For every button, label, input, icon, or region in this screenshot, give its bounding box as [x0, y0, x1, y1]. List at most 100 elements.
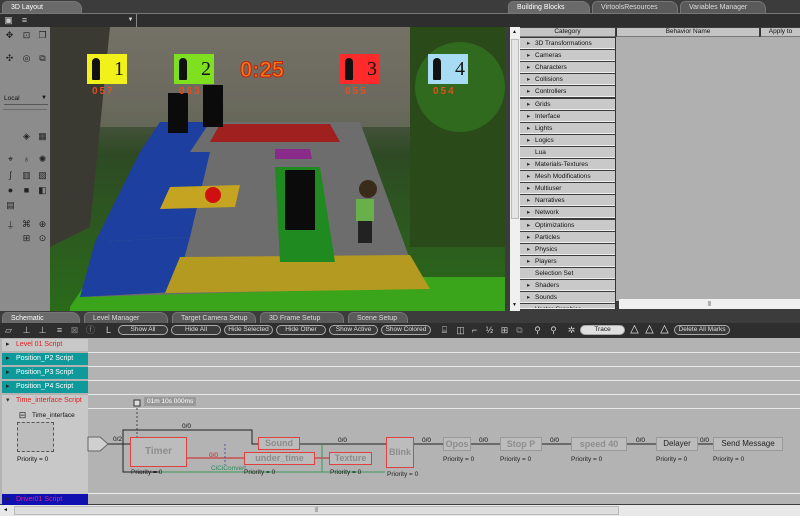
lock-icon[interactable]: ⊡	[22, 31, 31, 40]
script-row[interactable]: ▸ Position_P3 Script	[2, 367, 88, 379]
sphere-icon[interactable]: ●	[6, 186, 15, 195]
show-active-button[interactable]: Show Active	[329, 325, 378, 335]
scale-icon[interactable]: ⧉	[38, 54, 47, 63]
expand-arrow-icon[interactable]: ▸	[6, 339, 10, 351]
category-item[interactable]: Lua	[520, 146, 615, 158]
camera-create-icon[interactable]: ⌖	[6, 155, 15, 164]
blink-node[interactable]: Blink	[386, 437, 414, 468]
tab-virtools-resources[interactable]: VirtoolsResources	[592, 1, 678, 13]
converter-label[interactable]: CiCiConvert	[211, 465, 246, 472]
find-icon[interactable]: ⓕ	[86, 326, 95, 335]
scroll-thumb[interactable]: |||	[14, 506, 619, 515]
category-item[interactable]: ▸ Lights	[520, 122, 615, 134]
layers-icon[interactable]: ⧉	[515, 326, 524, 335]
scroll-down-icon[interactable]: ▼	[512, 302, 517, 308]
open-icon[interactable]: ▱	[4, 326, 13, 335]
category-item[interactable]: ▸ Cameras	[520, 50, 615, 62]
collapse-icon[interactable]: ◫	[456, 326, 465, 335]
ratio-icon[interactable]: ½	[485, 326, 494, 335]
scroll-up-icon[interactable]: ▲	[512, 29, 517, 35]
category-item[interactable]: ▸ Players	[520, 255, 615, 267]
camera-icon[interactable]: ▣	[4, 16, 13, 25]
material-icon[interactable]: ▤	[6, 201, 15, 210]
frame-icon[interactable]: ▨	[38, 171, 47, 180]
coord-mode-select[interactable]: Local ▼	[4, 95, 48, 105]
remove-script-icon[interactable]: ⊥	[38, 326, 47, 335]
l-label[interactable]: L	[106, 325, 111, 335]
align-icon[interactable]: ⊞	[22, 234, 31, 243]
mark-prev-icon[interactable]: △	[660, 324, 669, 335]
grid-create-icon[interactable]: ▥	[22, 171, 31, 180]
send-message-node[interactable]: Send Message	[713, 437, 783, 451]
delayer-node[interactable]: Delayer	[656, 437, 698, 451]
category-item[interactable]: ▸ Materials-Textures	[520, 159, 615, 170]
scroll-thumb[interactable]	[511, 39, 519, 219]
trace-button[interactable]: Trace	[580, 325, 625, 335]
image-icon[interactable]: ⊠	[70, 326, 79, 335]
group-icon[interactable]: ⌸	[440, 326, 449, 335]
category-item[interactable]: ▸ Sounds	[520, 292, 615, 304]
under-time-node[interactable]: under_time	[244, 452, 315, 465]
move-icon[interactable]: ✣	[5, 54, 14, 63]
mark-next-icon[interactable]: △	[645, 324, 654, 335]
column-header-apply-to[interactable]: Apply to	[760, 28, 800, 37]
link-icon[interactable]: ⌐	[470, 326, 479, 335]
place-icon[interactable]: ⍊	[6, 220, 15, 229]
category-item[interactable]: ▸ Shaders	[520, 280, 615, 291]
zoom-out-icon[interactable]: ⚲	[549, 326, 558, 335]
show-colored-button[interactable]: Show Colored	[381, 325, 431, 335]
category-item[interactable]: ▸ Narratives	[520, 195, 615, 207]
script-row[interactable]: ▸ Position_P4 Script	[2, 381, 88, 393]
timer-parameter[interactable]: 01m 10s 000ms	[144, 397, 197, 406]
add-script-icon[interactable]: ⊥	[22, 326, 31, 335]
speed-40-node[interactable]: speed 40	[571, 437, 627, 451]
category-item[interactable]: Selection Set	[520, 267, 615, 279]
stop-p-node[interactable]: Stop P	[500, 437, 542, 451]
tab-3d-layout[interactable]: 3D Layout	[2, 1, 82, 13]
expand-arrow-icon[interactable]: ▸	[6, 367, 10, 379]
split-icon[interactable]: ⊞	[500, 326, 509, 335]
debug-icon[interactable]: ✲	[567, 326, 576, 335]
horizontal-scrollbar[interactable]: |||	[619, 299, 800, 309]
column-header-category[interactable]: Category	[520, 28, 615, 37]
category-item[interactable]: ▸ Characters	[520, 62, 615, 74]
owner-thumbnail[interactable]	[17, 422, 54, 452]
texture-node[interactable]: Texture	[329, 452, 372, 465]
curve-icon[interactable]: ∫	[6, 171, 15, 180]
vertical-scrollbar[interactable]: ▲ ▼	[510, 27, 520, 311]
view-icon[interactable]: ◈	[22, 132, 31, 141]
category-item[interactable]: ▸ Multiuser	[520, 183, 615, 195]
zoom-in-icon[interactable]: ⚲	[533, 326, 542, 335]
category-item[interactable]: ▸ Particles	[520, 231, 615, 243]
category-item[interactable]: ▸ Controllers	[520, 86, 615, 98]
script-row[interactable]: ▸ Driver01 Script	[2, 494, 88, 505]
list-icon[interactable]: ≡	[20, 16, 29, 25]
expand-arrow-icon[interactable]: ▸	[6, 353, 10, 365]
category-item[interactable]: Vector Graphics	[520, 304, 615, 310]
bone-icon[interactable]: ⌘	[22, 220, 31, 229]
script-row[interactable]: ▸ Position_P2 Script	[2, 353, 88, 365]
square-icon[interactable]: ■	[22, 186, 31, 195]
show-all-button[interactable]: Show All	[118, 325, 168, 335]
schematic-area[interactable]	[0, 338, 800, 504]
light-icon[interactable]: ♁	[22, 155, 31, 164]
timer-node[interactable]: Timer	[130, 437, 187, 467]
schematic-horizontal-scrollbar[interactable]: ◄ |||	[0, 505, 800, 516]
select-icon[interactable]: ✥	[5, 31, 14, 40]
expand-arrow-icon[interactable]: ▸	[6, 494, 10, 505]
category-item[interactable]: ▸ Logics	[520, 134, 615, 146]
category-item[interactable]: ▸ Mesh Modifications	[520, 171, 615, 183]
tab-building-blocks[interactable]: Building Blocks	[508, 1, 590, 13]
delete-all-marks-button[interactable]: Delete All Marks	[674, 325, 730, 335]
script-row[interactable]: ▸ Level 01 Script	[2, 339, 88, 351]
list-icon[interactable]: ≡	[55, 326, 64, 335]
particle-icon[interactable]: ✺	[38, 155, 47, 164]
target-icon[interactable]: ⊕	[38, 220, 47, 229]
hide-selected-button[interactable]: Hide Selected	[224, 325, 273, 335]
category-item[interactable]: ▸ Physics	[520, 243, 615, 255]
mark-icon[interactable]: △	[630, 324, 639, 335]
category-item[interactable]: ▸ Interface	[520, 110, 615, 122]
sound-node[interactable]: Sound	[258, 437, 300, 450]
hide-all-button[interactable]: Hide All	[171, 325, 221, 335]
grid-icon[interactable]: ▦	[38, 132, 47, 141]
